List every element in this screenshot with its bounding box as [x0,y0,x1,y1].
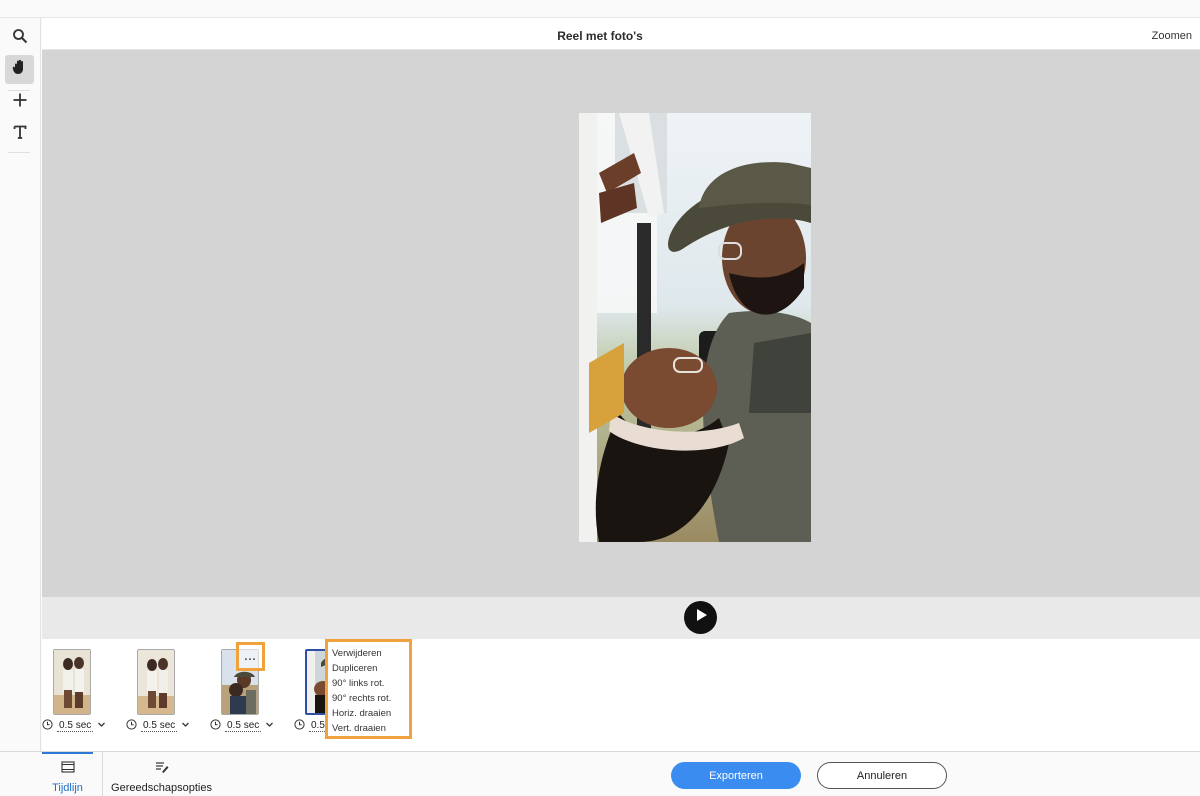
toolbar-divider [8,152,30,153]
move-tool-button[interactable] [5,88,34,117]
clip-duration-unit: sec [159,720,176,731]
cancel-button[interactable]: Annuleren [817,762,947,789]
document-header: Reel met foto's Zoomen [42,18,1200,50]
menu-item-duplicate[interactable]: Dupliceren [332,661,409,676]
clock-icon [210,719,221,733]
clip-context-menu: Verwijderen Dupliceren 90° links rot. 90… [325,639,412,739]
menu-item-rotate-right[interactable]: 90° rechts rot. [332,691,409,706]
preview-canvas [42,50,1200,597]
clip-duration[interactable]: 0.5 sec [210,717,274,735]
clip-thumbnail[interactable] [53,649,91,715]
timeline-panel: 0.5 sec 0.5 sec 0.5 sec 0.5 sec [42,639,1200,751]
clock-icon [126,719,137,733]
play-button[interactable] [684,601,717,634]
play-icon [693,607,709,628]
clip-more-options-button[interactable]: ... [236,642,265,671]
clip-duration-value: 0.5 [59,720,73,731]
hand-tool-button[interactable] [5,55,34,84]
text-t-icon [12,124,28,145]
menu-item-flip-horizontal[interactable]: Horiz. draaien [332,706,409,721]
tab-tool-options[interactable]: Gereedschapsopties [102,752,220,796]
menu-item-flip-vertical[interactable]: Vert. draaien [332,721,409,736]
timeline-clip[interactable]: 0.5 sec [126,649,206,741]
clock-icon [294,719,305,733]
export-button[interactable]: Exporteren [671,762,801,789]
top-strip [0,0,1200,18]
clip-duration-value: 0.5 [143,720,157,731]
chevron-down-icon[interactable] [265,720,274,732]
tab-timeline[interactable]: Tijdlijn [42,752,93,796]
chevron-down-icon[interactable] [97,720,106,732]
clip-duration-value: 0.5 [227,720,241,731]
menu-item-delete[interactable]: Verwijderen [332,646,409,661]
tab-tool-options-label: Gereedschapsopties [111,782,212,794]
tool-sidebar [0,18,41,795]
zoom-menu[interactable]: Zoomen [1152,30,1192,42]
timeline-clip[interactable]: 0.5 sec [42,649,122,741]
clip-duration-unit: sec [243,720,260,731]
chevron-down-icon[interactable] [181,720,190,732]
playback-bar [42,597,1200,639]
clip-duration-unit: sec [75,720,92,731]
reel-photo-preview [579,113,811,542]
tab-timeline-label: Tijdlijn [52,782,83,794]
film-strip-icon [60,761,75,776]
clip-duration[interactable]: 0.5 sec [126,717,190,735]
bottom-bar: Tijdlijn Gereedschapsopties Exporteren A… [0,751,1200,796]
menu-item-rotate-left[interactable]: 90° links rot. [332,676,409,691]
text-tool-button[interactable] [5,120,34,149]
hand-icon [11,58,29,81]
clip-thumbnail[interactable] [137,649,175,715]
document-title: Reel met foto's [557,29,643,43]
clip-duration[interactable]: 0.5 sec [42,717,106,735]
clock-icon [42,719,53,733]
tool-options-icon [155,761,169,776]
move-cross-icon [12,92,28,113]
clip-duration-value: 0.5 [311,720,325,731]
